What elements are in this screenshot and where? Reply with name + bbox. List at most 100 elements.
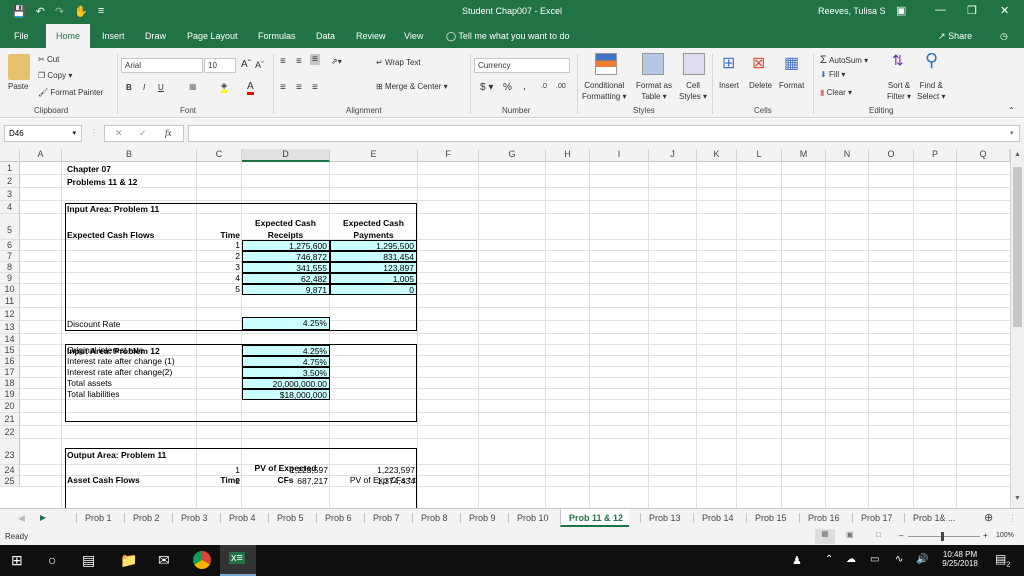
name-box[interactable]: D46 ▾ bbox=[4, 125, 82, 142]
top-align-icon[interactable]: ≡ bbox=[280, 56, 286, 67]
row-header-21[interactable]: 21 bbox=[0, 413, 20, 426]
cell-d5[interactable]: Expected Cash Receipts bbox=[242, 217, 329, 241]
format-painter-button[interactable]: 🖌 Format Painter bbox=[38, 88, 103, 97]
sheet-tab[interactable]: Prob 3 bbox=[172, 513, 208, 523]
scroll-tabs-right-icon[interactable]: ▶ bbox=[40, 513, 46, 522]
insert-function-icon[interactable]: fx bbox=[165, 128, 172, 138]
font-name-select[interactable]: Arial bbox=[121, 58, 203, 73]
number-format-select[interactable]: Currency bbox=[474, 58, 570, 73]
italic-button[interactable]: I bbox=[143, 83, 145, 92]
tab-split-handle[interactable]: ⋮ bbox=[1008, 513, 1017, 524]
clock[interactable]: 10:48 PM 9/25/2018 bbox=[938, 550, 982, 568]
autosum-button[interactable]: Σ AutoSum ▾ bbox=[820, 54, 868, 66]
paste-button[interactable]: Paste bbox=[8, 82, 28, 91]
sheet-tab[interactable]: Prob 16 bbox=[799, 513, 840, 523]
cell-b22[interactable]: Output Area: Problem 11 bbox=[67, 450, 166, 460]
share-button[interactable]: ↗ Share bbox=[938, 31, 972, 42]
sheet-tab[interactable]: Prob 4 bbox=[220, 513, 256, 523]
battery-icon[interactable]: ▭ bbox=[870, 554, 879, 565]
wifi-icon[interactable]: ∿ bbox=[895, 554, 903, 565]
column-header-k[interactable]: K bbox=[697, 149, 737, 162]
cell-p12-label[interactable]: Total assets bbox=[67, 378, 237, 389]
onedrive-icon[interactable]: ☁ bbox=[846, 554, 856, 565]
cell-b2[interactable]: Problems 11 & 12 bbox=[67, 177, 137, 187]
column-header-a[interactable]: A bbox=[20, 149, 62, 162]
row-header-25[interactable]: 25 bbox=[0, 476, 20, 487]
normal-view-icon[interactable]: ▦ bbox=[815, 529, 835, 544]
cell-b12[interactable]: Discount Rate bbox=[67, 319, 120, 329]
cell-p12-label[interactable]: Interest rate after change(2) bbox=[67, 367, 237, 378]
column-header-p[interactable]: P bbox=[914, 149, 957, 162]
row-header-12[interactable]: 12 bbox=[0, 308, 20, 321]
mail-icon[interactable]: ✉ bbox=[158, 552, 170, 569]
worksheet-grid[interactable]: Chapter 07 Problems 11 & 12 Input Area: … bbox=[20, 162, 1010, 508]
column-header-j[interactable]: J bbox=[649, 149, 697, 162]
align-center-icon[interactable]: ≡ bbox=[296, 82, 302, 93]
sheet-tab[interactable]: Prob 6 bbox=[316, 513, 352, 523]
wrap-text-button[interactable]: ↵ Wrap Text bbox=[376, 58, 421, 67]
select-all-corner[interactable] bbox=[0, 149, 20, 162]
user-name[interactable]: Reeves, Tulisa S bbox=[818, 6, 886, 16]
cell-b4[interactable]: Input Area: Problem 11 bbox=[67, 204, 159, 214]
tab-view[interactable]: View bbox=[404, 31, 423, 41]
font-color-icon[interactable]: A bbox=[247, 81, 254, 95]
cell-receipts[interactable]: 341,555 bbox=[242, 262, 330, 273]
zoom-level[interactable]: 100% bbox=[996, 532, 1014, 539]
currency-button[interactable]: $ ▾ bbox=[480, 82, 493, 93]
cortana-icon[interactable]: ○ bbox=[48, 552, 56, 568]
vertical-scrollbar[interactable]: ▲ ▼ bbox=[1010, 149, 1024, 508]
restore-icon[interactable]: ❐ bbox=[967, 4, 977, 17]
sheet-tab[interactable]: Prob 1& ... bbox=[904, 513, 956, 523]
align-right-icon[interactable]: ≡ bbox=[312, 82, 318, 93]
decrease-font-icon[interactable]: Aˇ bbox=[255, 60, 264, 70]
sheet-tab[interactable]: Prob 1 bbox=[76, 513, 112, 523]
column-header-l[interactable]: L bbox=[737, 149, 782, 162]
cell-time[interactable]: 3 bbox=[197, 262, 242, 273]
cell-p12-value[interactable]: 4.25% bbox=[242, 345, 330, 356]
cell-out-pv[interactable]: 687,217 bbox=[242, 476, 330, 487]
excel-taskbar-button[interactable]: x≡ bbox=[220, 545, 256, 576]
find-select-icon[interactable]: ⚲ bbox=[925, 50, 938, 71]
delete-cells-button[interactable]: Delete bbox=[749, 81, 772, 90]
cell-time[interactable]: 2 bbox=[197, 251, 242, 262]
column-header-e[interactable]: E bbox=[330, 149, 418, 162]
column-header-g[interactable]: G bbox=[479, 149, 546, 162]
copy-button[interactable]: ❐ Copy ▾ bbox=[38, 71, 72, 80]
insert-cells-button[interactable]: Insert bbox=[719, 81, 739, 90]
bold-button[interactable]: B bbox=[126, 83, 132, 92]
volume-icon[interactable]: 🔊 bbox=[916, 554, 928, 565]
row-header-6[interactable]: 6 bbox=[0, 240, 20, 251]
increase-font-icon[interactable]: Aˆ bbox=[241, 59, 251, 70]
cell-payments[interactable]: 0 bbox=[330, 284, 417, 295]
format-as-table-button[interactable]: Format as Table ▾ bbox=[636, 80, 672, 102]
delete-cells-icon[interactable]: ⊠ bbox=[752, 53, 765, 73]
align-left-icon[interactable]: ≡ bbox=[280, 82, 286, 93]
row-header-13[interactable]: 13 bbox=[0, 321, 20, 334]
column-header-f[interactable]: F bbox=[418, 149, 479, 162]
tab-insert[interactable]: Insert bbox=[102, 31, 125, 41]
percent-button[interactable]: % bbox=[503, 82, 512, 93]
cell-payments[interactable]: 831,454 bbox=[330, 251, 417, 262]
cell-p12-value[interactable]: $18,000,000 bbox=[242, 389, 330, 400]
page-layout-view-icon[interactable]: ▣ bbox=[846, 530, 854, 539]
column-header-c[interactable]: C bbox=[197, 149, 242, 162]
cell-p12-value[interactable]: 3.50% bbox=[242, 367, 330, 378]
fill-color-icon[interactable]: ◈ bbox=[221, 81, 228, 93]
sheet-tab[interactable]: Prob 14 bbox=[693, 513, 734, 523]
cell-receipts[interactable]: 746,872 bbox=[242, 251, 330, 262]
scroll-up-icon[interactable]: ▲ bbox=[1014, 151, 1021, 158]
row-header-1[interactable]: 1 bbox=[0, 162, 20, 175]
scroll-tabs-left-icon[interactable]: ◀ bbox=[18, 513, 25, 524]
cell-styles-button[interactable]: Cell Styles ▾ bbox=[679, 80, 707, 102]
column-header-m[interactable]: M bbox=[782, 149, 826, 162]
zoom-slider[interactable] bbox=[908, 536, 980, 537]
cell-time[interactable]: 1 bbox=[197, 240, 242, 251]
borders-icon[interactable]: ▦ bbox=[189, 82, 197, 91]
cell-out-time[interactable]: 2 bbox=[197, 476, 242, 487]
chrome-icon[interactable] bbox=[193, 551, 211, 569]
tab-formulas[interactable]: Formulas bbox=[258, 31, 296, 41]
cell-receipts[interactable]: 9,871 bbox=[242, 284, 330, 295]
font-size-select[interactable]: 10 bbox=[204, 58, 236, 73]
row-header-23[interactable]: 23 bbox=[0, 439, 20, 465]
bottom-align-icon[interactable]: ≡ bbox=[310, 54, 320, 65]
